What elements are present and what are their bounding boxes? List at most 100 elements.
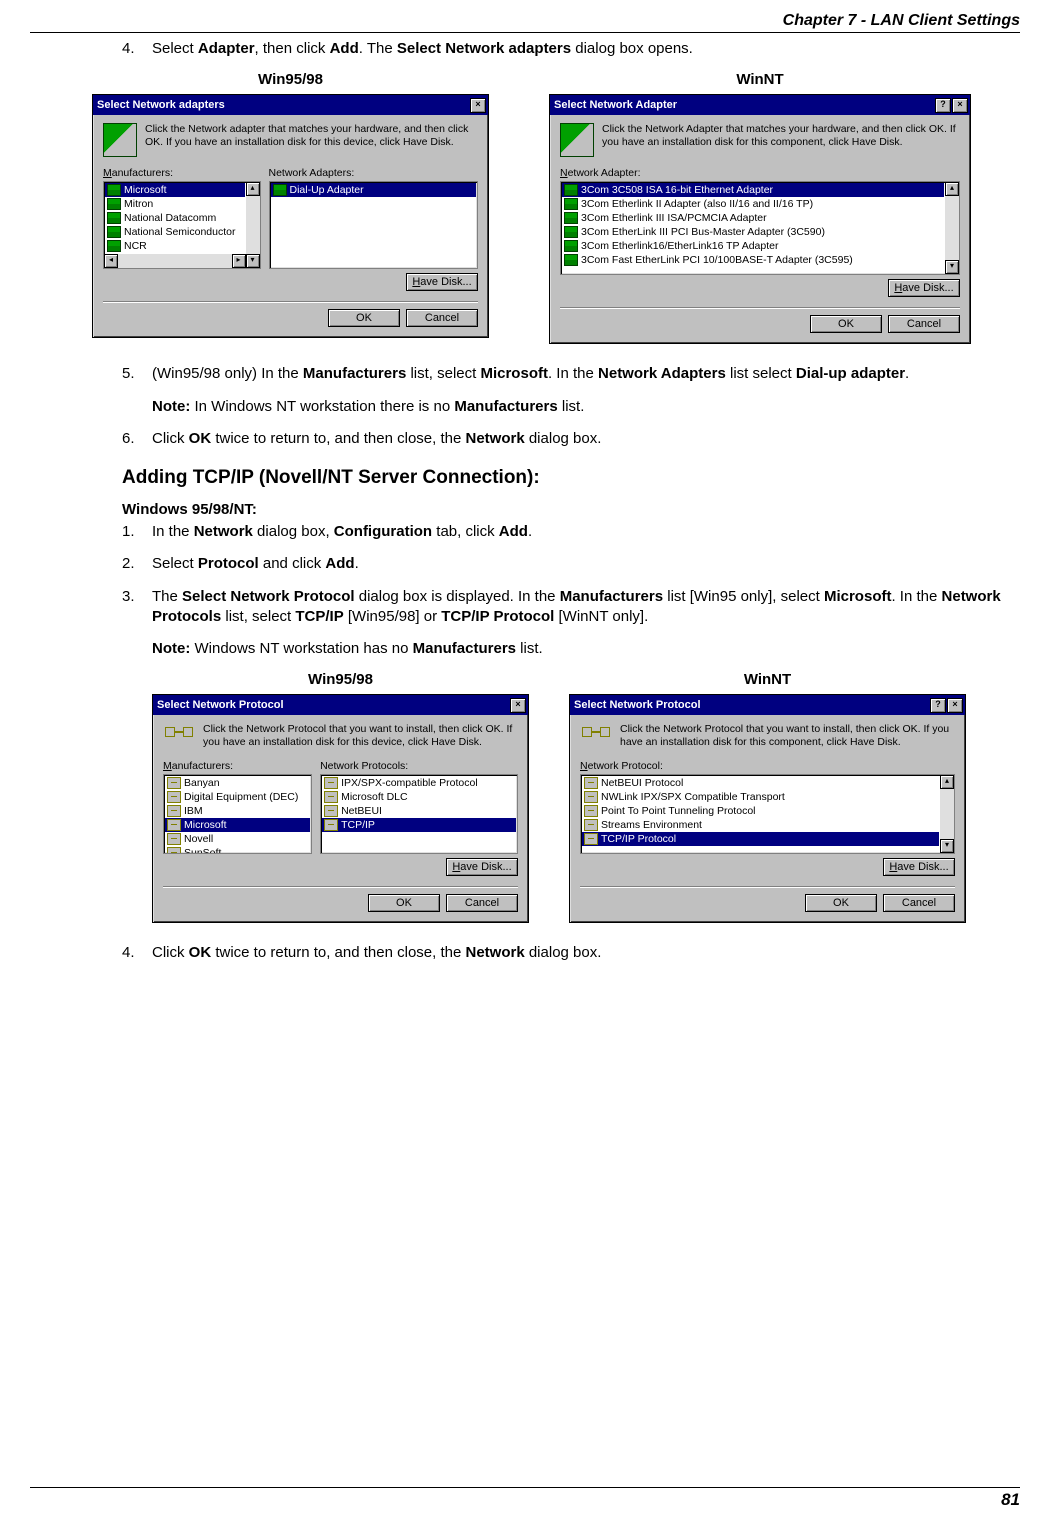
have-disk-button[interactable]: Have Disk... <box>883 858 955 876</box>
scroll-up-icon[interactable]: ▴ <box>246 182 260 196</box>
page-footer: 81 <box>30 1487 1020 1510</box>
protocol-item-icon <box>584 805 598 817</box>
dialog-col-win9598-protocol: Win95/98 Select Network Protocol × Click… <box>152 671 529 922</box>
list-item[interactable]: TCP/IP <box>322 818 516 832</box>
have-disk-button[interactable]: Have Disk... <box>406 273 478 291</box>
network-adapter-listbox[interactable]: 3Com 3C508 ISA 16-bit Ethernet Adapter3C… <box>560 181 960 275</box>
step-4: 4. Select Adapter, then click Add. The S… <box>122 39 1010 59</box>
select-network-adapters-dialog-win9598: Select Network adapters × Click the Netw… <box>92 94 489 338</box>
help-icon[interactable]: ? <box>935 98 951 113</box>
list-item[interactable]: 3Com EtherLink III PCI Bus-Master Adapte… <box>562 225 944 239</box>
list-item-label: Novell <box>184 833 213 845</box>
adapter-item-icon <box>107 184 121 196</box>
close-icon[interactable]: × <box>470 98 486 113</box>
close-icon[interactable]: × <box>947 698 963 713</box>
manufacturers-listbox[interactable]: MicrosoftMitronNational DatacommNational… <box>103 181 261 269</box>
list-item[interactable]: Point To Point Tunneling Protocol <box>582 804 939 818</box>
adapter-item-icon <box>273 184 287 196</box>
list-item[interactable]: 3Com Etherlink III ISA/PCMCIA Adapter <box>562 211 944 225</box>
scroll-down-icon[interactable]: ▾ <box>940 839 954 853</box>
list-item[interactable]: National Datacomm <box>105 211 245 225</box>
list-item[interactable]: IPX/SPX-compatible Protocol <box>322 776 516 790</box>
protocol-item-icon <box>584 819 598 831</box>
list-item-label: Point To Point Tunneling Protocol <box>601 805 756 817</box>
network-adapter-items: 3Com 3C508 ISA 16-bit Ethernet Adapter3C… <box>561 182 945 274</box>
list-item[interactable]: Mitron <box>105 197 245 211</box>
footer-rule <box>30 1487 1020 1488</box>
ok-button[interactable]: OK <box>328 309 400 327</box>
list-item-label: 3Com Etherlink16/EtherLink16 TP Adapter <box>581 240 778 252</box>
scrollbar-vertical[interactable]: ▴ ▾ <box>940 775 954 853</box>
have-disk-button[interactable]: Have Disk... <box>888 279 960 297</box>
scroll-up-icon[interactable]: ▴ <box>940 775 954 789</box>
step-text: Click OK twice to return to, and then cl… <box>152 429 1010 449</box>
help-icon[interactable]: ? <box>930 698 946 713</box>
list-item[interactable]: Microsoft <box>165 818 310 832</box>
have-disk-button[interactable]: Have Disk... <box>446 858 518 876</box>
protocol-item-icon <box>167 847 181 853</box>
cancel-button[interactable]: Cancel <box>888 315 960 333</box>
cancel-button[interactable]: Cancel <box>446 894 518 912</box>
list-item[interactable]: SunSoft <box>165 846 310 853</box>
protocol-item-icon <box>167 819 181 831</box>
list-item[interactable]: Banyan <box>165 776 310 790</box>
close-icon[interactable]: × <box>510 698 526 713</box>
protocol-dialogs-row: Win95/98 Select Network Protocol × Click… <box>152 671 1010 922</box>
list-item[interactable]: Microsoft <box>105 183 245 197</box>
ok-button[interactable]: OK <box>810 315 882 333</box>
adapter-icon <box>560 123 594 157</box>
protocol-item-icon <box>324 819 338 831</box>
scrollbar-vertical[interactable]: ▴ ▾ <box>246 182 260 268</box>
list-item[interactable]: Digital Equipment (DEC) <box>165 790 310 804</box>
network-protocol-listbox[interactable]: NetBEUI ProtocolNWLink IPX/SPX Compatibl… <box>580 774 955 854</box>
list-item[interactable]: 3Com 3C508 ISA 16-bit Ethernet Adapter <box>562 183 944 197</box>
titlebar: Select Network Protocol × <box>153 695 528 715</box>
scroll-down-icon[interactable]: ▾ <box>246 254 260 268</box>
step-number: 2. <box>122 554 152 574</box>
dialog-description: Click the Network Adapter that matches y… <box>602 123 960 157</box>
scroll-right-icon[interactable]: ▸ <box>232 254 246 268</box>
select-network-protocol-dialog-win9598: Select Network Protocol × Click the Netw… <box>152 694 529 922</box>
manufacturers-listbox[interactable]: BanyanDigital Equipment (DEC)IBMMicrosof… <box>163 774 312 854</box>
list-item[interactable]: 3Com Etherlink16/EtherLink16 TP Adapter <box>562 239 944 253</box>
scroll-left-icon[interactable]: ◂ <box>104 254 118 268</box>
list-item[interactable]: Microsoft DLC <box>322 790 516 804</box>
step-number: 1. <box>122 522 152 542</box>
list-item[interactable]: IBM <box>165 804 310 818</box>
protocol-item-icon <box>167 805 181 817</box>
dialog-col-winnt-protocol: WinNT Select Network Protocol ? × Click … <box>569 671 966 922</box>
list-item-label: Dial-Up Adapter <box>290 184 364 196</box>
step-6: 6. Click OK twice to return to, and then… <box>122 429 1010 449</box>
list-item[interactable]: TCP/IP Protocol <box>582 832 939 846</box>
list-item[interactable]: Streams Environment <box>582 818 939 832</box>
list-item[interactable]: National Semiconductor <box>105 225 245 239</box>
protocols-items-2a: IPX/SPX-compatible ProtocolMicrosoft DLC… <box>321 775 517 853</box>
cancel-button[interactable]: Cancel <box>406 309 478 327</box>
protocols-listbox[interactable]: IPX/SPX-compatible ProtocolMicrosoft DLC… <box>320 774 518 854</box>
list-item[interactable]: NetBEUI Protocol <box>582 776 939 790</box>
cancel-button[interactable]: Cancel <box>883 894 955 912</box>
scrollbar-vertical[interactable]: ▴ ▾ <box>945 182 959 274</box>
dialog-separator <box>560 307 960 309</box>
list-item-label: NetBEUI <box>341 805 382 817</box>
network-adapter-label: Network Adapter: <box>560 167 960 179</box>
adapters-listbox[interactable]: Dial-Up Adapter <box>269 181 479 269</box>
list-item[interactable]: Novell <box>165 832 310 846</box>
ok-button[interactable]: OK <box>805 894 877 912</box>
adapter-item-icon <box>107 198 121 210</box>
list-item[interactable]: NetBEUI <box>322 804 516 818</box>
list-item[interactable]: NCR <box>105 239 245 253</box>
scroll-up-icon[interactable]: ▴ <box>945 182 959 196</box>
close-icon[interactable]: × <box>952 98 968 113</box>
ok-button[interactable]: OK <box>368 894 440 912</box>
list-item[interactable]: 3Com Fast EtherLink PCI 10/100BASE-T Ada… <box>562 253 944 267</box>
list-item[interactable]: NWLink IPX/SPX Compatible Transport <box>582 790 939 804</box>
scroll-down-icon[interactable]: ▾ <box>945 260 959 274</box>
step-number: 4. <box>122 943 152 963</box>
list-item[interactable]: Dial-Up Adapter <box>271 183 477 197</box>
list-item-label: NetBEUI Protocol <box>601 777 683 789</box>
list-item[interactable]: 3Com Etherlink II Adapter (also II/16 an… <box>562 197 944 211</box>
adapters-label: Network Adapters: <box>269 167 479 179</box>
scrollbar-horizontal[interactable]: ◂ ▸ <box>104 254 246 268</box>
network-protocol-label: Network Protocol: <box>580 760 955 772</box>
